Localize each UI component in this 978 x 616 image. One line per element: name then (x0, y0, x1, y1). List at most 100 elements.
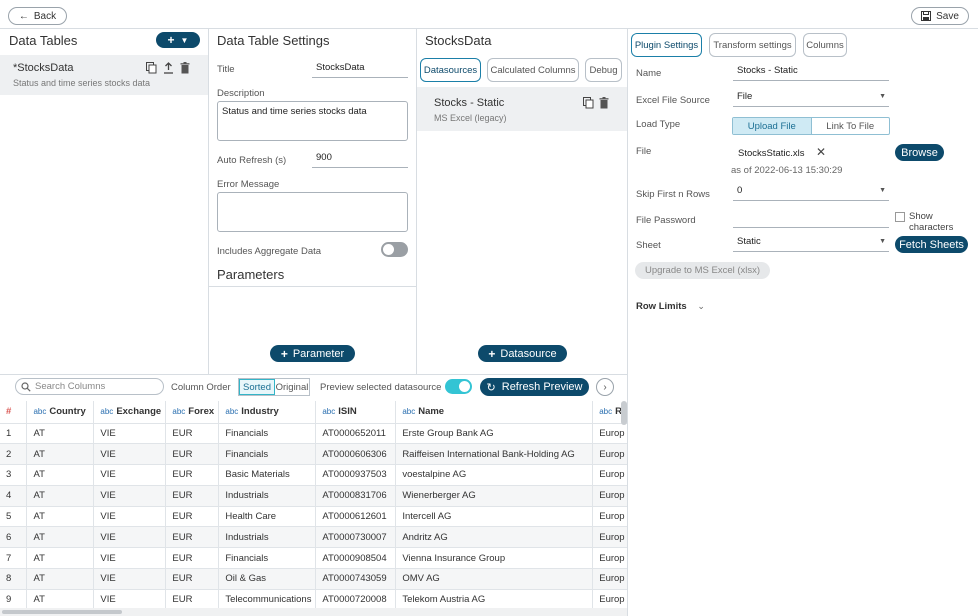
chevron-down-icon: ▼ (180, 35, 189, 45)
search-columns-box[interactable]: Search Columns (15, 378, 164, 395)
sheet-select[interactable]: Static ▼ (733, 236, 889, 252)
table-row: 3 AT VIE EUR Basic Materials AT0000937503 voes… (0, 464, 627, 486)
table-cell: OMV AG (395, 568, 594, 590)
next-arrow-button[interactable]: › (596, 378, 614, 396)
tab-datasources[interactable]: Datasources (420, 58, 481, 82)
column-header[interactable]: abc Name (395, 401, 594, 424)
search-columns-placeholder: Search Columns (35, 381, 106, 392)
add-data-table-button[interactable]: + ▼ (156, 32, 200, 48)
table-cell: EUR (165, 485, 220, 507)
table-cell: AT (26, 568, 95, 590)
parameters-divider (208, 286, 416, 287)
table-cell: EUR (165, 589, 220, 608)
table-cell: EUR (165, 423, 220, 445)
upgrade-button[interactable]: Upgrade to MS Excel (xlsx) (635, 262, 770, 279)
table-cell: EUR (165, 526, 220, 549)
copy-icon[interactable] (583, 97, 594, 109)
file-date: as of 2022-06-13 15:30:29 (731, 165, 843, 176)
table-cell: AT0000743059 (315, 568, 397, 590)
text-type-icon: abc (33, 407, 47, 417)
close-icon[interactable]: ✕ (816, 145, 826, 159)
plus-icon: + (167, 33, 175, 47)
table-cell: 2 (0, 443, 28, 466)
sheet-value: Static (737, 236, 761, 247)
refresh-preview-button[interactable]: ↻ Refresh Preview (480, 378, 589, 396)
save-label: Save (936, 10, 959, 22)
column-header[interactable]: abc Industry (218, 401, 317, 424)
text-type-icon: abc (225, 407, 239, 417)
table-cell: 9 (0, 589, 28, 608)
table-row: 4 AT VIE EUR Industrials AT0000831706 Wienerbe… (0, 485, 627, 507)
tab-plugin-settings[interactable]: Plugin Settings (631, 33, 702, 57)
original-option[interactable]: Original (275, 379, 309, 395)
excel-source-select[interactable]: File ▼ (733, 91, 889, 107)
arrow-left-icon: ← (18, 10, 29, 22)
table-row: 2 AT VIE EUR Financials AT0000606306 Raiffeise… (0, 443, 627, 466)
name-input[interactable]: Stocks - Static (733, 65, 889, 81)
vertical-scrollbar[interactable] (621, 401, 627, 425)
tab-columns[interactable]: Columns (803, 33, 847, 57)
divider-3 (627, 28, 628, 616)
toggle-knob (459, 381, 470, 392)
trash-icon[interactable] (599, 97, 609, 109)
datasource-item[interactable]: Stocks - Static MS Excel (legacy) (417, 87, 627, 131)
floppy-icon (921, 11, 932, 21)
auto-refresh-input[interactable]: 900 (312, 152, 408, 168)
table-cell: AT (26, 547, 95, 570)
table-cell: Europ (592, 568, 627, 590)
fetch-sheets-button[interactable]: Fetch Sheets (895, 236, 968, 253)
add-datasource-button[interactable]: + Datasource (478, 345, 567, 362)
table-cell: Europ (592, 485, 627, 507)
column-order-segmented: Sorted Original (238, 378, 310, 396)
excel-source-value: File (737, 91, 753, 102)
preview-selected-toggle[interactable] (445, 379, 472, 394)
parameter-button-label: Parameter (292, 347, 345, 360)
refresh-icon: ↻ (486, 381, 496, 394)
horizontal-scrollbar[interactable] (0, 608, 627, 616)
save-button[interactable]: Save (911, 7, 969, 25)
column-header[interactable]: abc Exchange (93, 401, 167, 424)
chevron-right-icon: › (603, 381, 607, 393)
tab-calculated-columns[interactable]: Calculated Columns (487, 58, 579, 82)
file-password-label: File Password (636, 215, 696, 226)
link-to-file-option[interactable]: Link To File (810, 118, 890, 134)
plus-icon: + (280, 346, 288, 361)
column-header[interactable]: abc Forex (165, 401, 220, 424)
description-textarea[interactable]: Status and time series stocks data (217, 101, 408, 141)
horizontal-scroll-thumb[interactable] (2, 610, 122, 614)
copy-icon[interactable] (146, 62, 157, 74)
column-header[interactable]: # (0, 401, 28, 424)
file-password-input[interactable] (733, 212, 889, 228)
sorted-option[interactable]: Sorted (239, 379, 275, 395)
column-header[interactable]: abc ISIN (315, 401, 397, 424)
tab-debug[interactable]: Debug (585, 58, 622, 82)
title-label: Title (217, 64, 235, 75)
show-characters-checkbox[interactable] (895, 212, 905, 222)
text-type-icon: abc (322, 407, 336, 417)
browse-button[interactable]: Browse (895, 144, 944, 161)
table-cell: Europ (592, 506, 627, 528)
table-cell: Erste Group Bank AG (395, 423, 594, 445)
tab-transform-settings[interactable]: Transform settings (709, 33, 796, 57)
trash-icon[interactable] (180, 62, 190, 74)
data-table-item[interactable]: *StocksData Status and time series stock… (0, 55, 208, 95)
column-header-label: Exchange (116, 406, 162, 418)
add-parameter-button[interactable]: + Parameter (270, 345, 355, 362)
upload-icon[interactable] (163, 62, 174, 74)
table-cell: Raiffeisen International Bank-Holding AG (395, 443, 594, 466)
row-limits-toggle[interactable]: Row Limits ⌄ (636, 301, 705, 312)
title-input[interactable]: StocksData (312, 62, 408, 78)
aggregate-toggle[interactable] (381, 242, 408, 257)
back-button[interactable]: ← Back (8, 7, 67, 25)
refresh-preview-label: Refresh Preview (501, 381, 583, 393)
column-header[interactable]: abc Country (26, 401, 95, 424)
table-cell: AT (26, 443, 95, 466)
text-type-icon: abc (100, 407, 114, 417)
upload-file-option[interactable]: Upload File (733, 118, 811, 134)
table-cell: Telekom Austria AG (395, 589, 594, 608)
skip-rows-select[interactable]: 0 ▼ (733, 185, 889, 201)
error-message-textarea[interactable] (217, 192, 408, 232)
table-cell: Europ (592, 443, 627, 466)
table-cell: Oil & Gas (218, 568, 317, 590)
parameters-title: Parameters (217, 267, 285, 282)
